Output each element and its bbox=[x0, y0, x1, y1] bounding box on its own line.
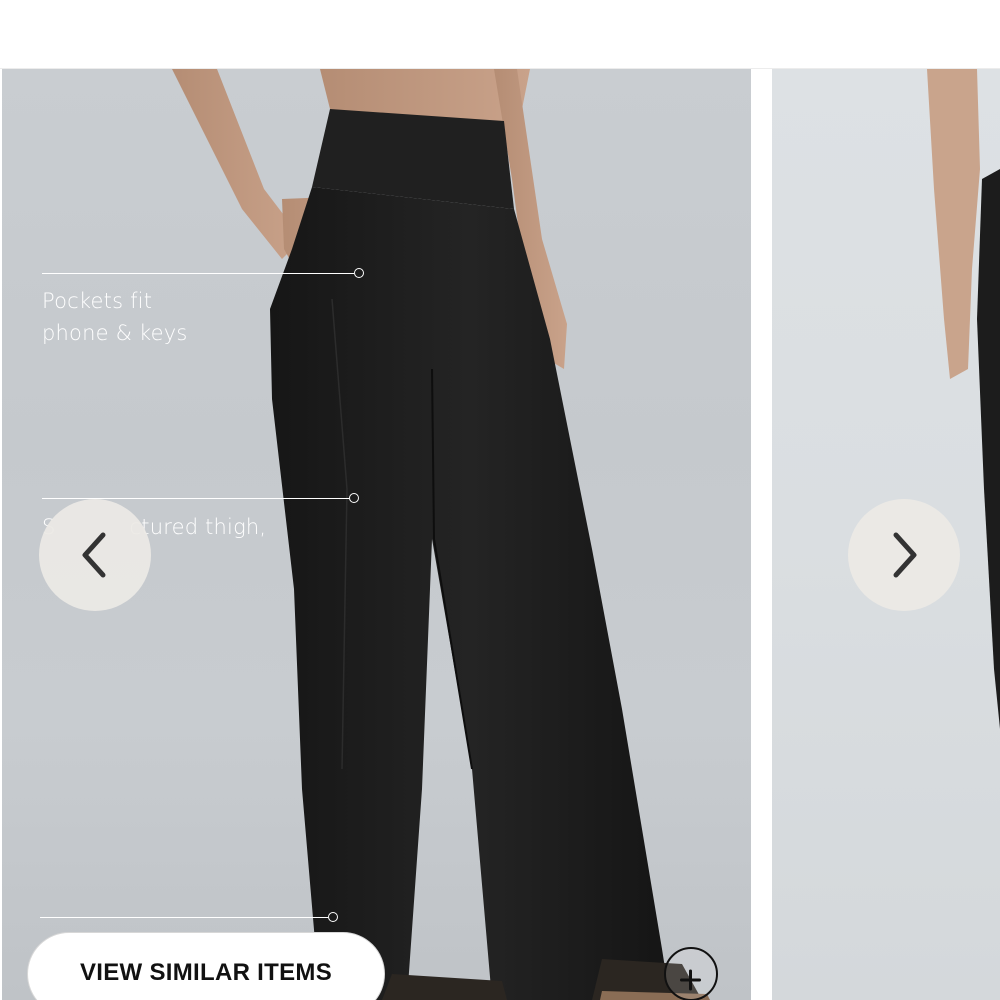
zoom-image-button[interactable] bbox=[664, 947, 718, 1000]
callout-text-line: phone & keys bbox=[42, 321, 188, 345]
carousel-prev-button[interactable] bbox=[39, 499, 151, 611]
callout-line bbox=[40, 917, 328, 918]
callout-dot bbox=[349, 493, 359, 503]
callout-dot bbox=[328, 912, 338, 922]
chevron-right-icon bbox=[884, 527, 924, 583]
product-image-carousel[interactable]: Pockets fit phone & keys Sctured thigh, bbox=[0, 69, 1000, 1000]
callout-dot bbox=[354, 268, 364, 278]
view-similar-items-button[interactable]: VIEW SIMILAR ITEMS bbox=[27, 932, 385, 1000]
callout-text-line: Pockets fit bbox=[42, 289, 153, 313]
view-similar-items-label: VIEW SIMILAR ITEMS bbox=[79, 959, 333, 986]
product-page: Pockets fit phone & keys Sctured thigh, bbox=[0, 0, 1000, 1000]
callout-text: Pockets fit phone & keys bbox=[42, 285, 188, 349]
chevron-left-icon bbox=[75, 527, 115, 583]
header-area bbox=[0, 0, 1000, 69]
callout-text-line: ctured thigh, bbox=[129, 515, 267, 539]
callout-line bbox=[42, 273, 354, 274]
carousel-next-button[interactable] bbox=[848, 499, 960, 611]
